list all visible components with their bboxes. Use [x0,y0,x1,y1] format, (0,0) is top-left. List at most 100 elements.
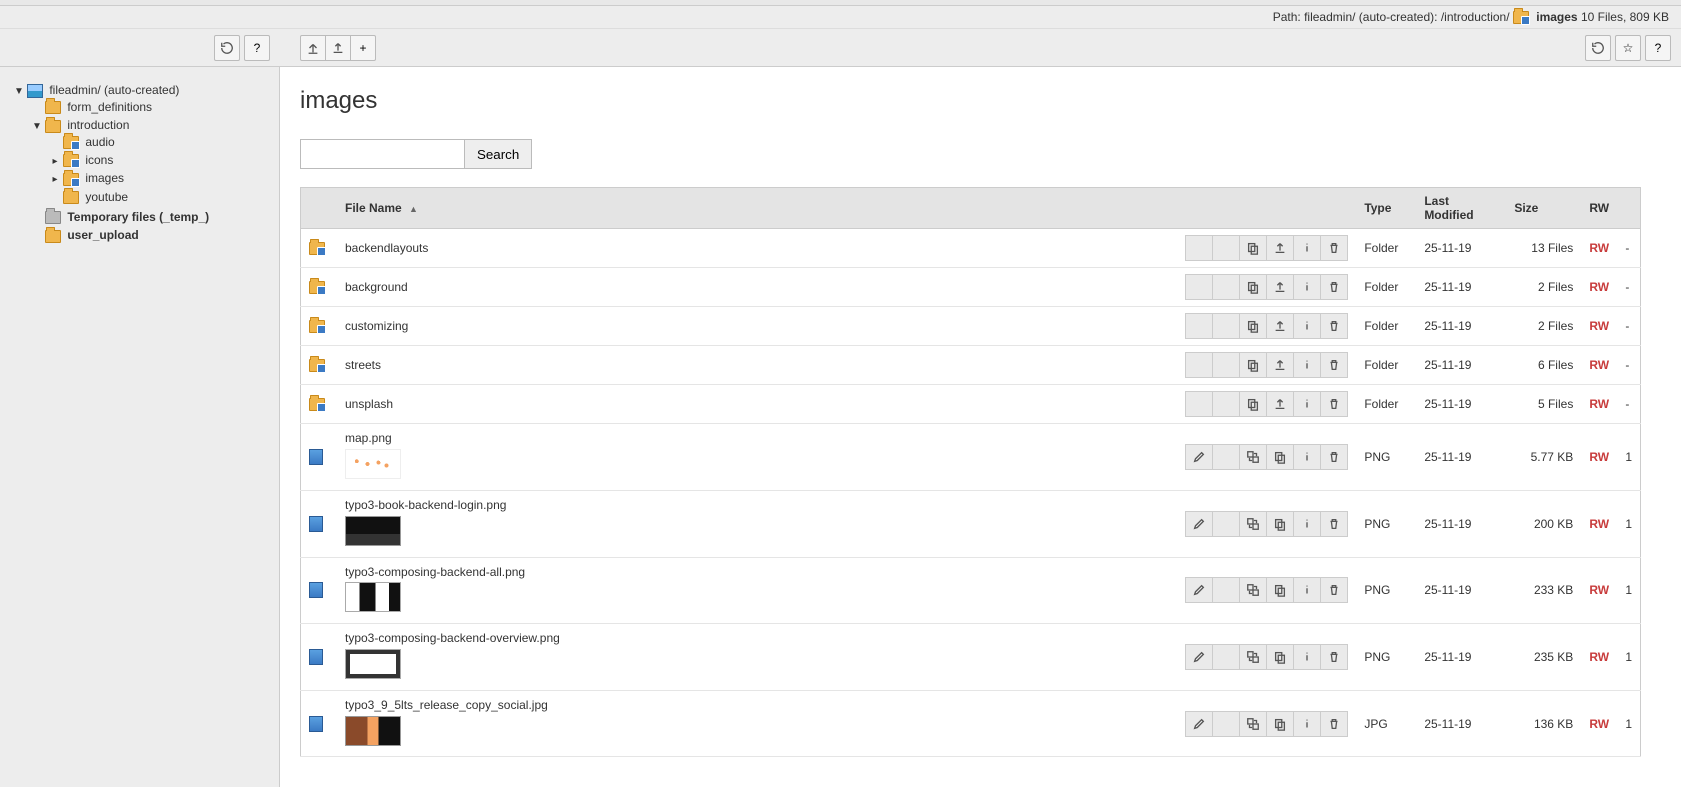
info-button[interactable] [1293,274,1321,300]
tree-refresh-button[interactable] [214,35,240,61]
edit-button[interactable] [1185,444,1213,470]
upload-button[interactable] [1266,235,1294,261]
table-row[interactable]: streetsFolder25-11-196 FilesRW- [301,346,1641,385]
content-help-button[interactable]: ? [1645,35,1671,61]
new-button[interactable]: + [350,35,376,61]
replace-button[interactable] [1239,511,1267,537]
table-row[interactable]: typo3-composing-backend-all.pngPNG25-11-… [301,557,1641,624]
copy-button[interactable] [1266,444,1294,470]
tree-expander[interactable]: ▼ [32,121,42,132]
col-rw[interactable]: RW [1581,188,1617,229]
file-name[interactable]: map.png [345,431,392,445]
delete-button[interactable] [1320,352,1348,378]
delete-button[interactable] [1320,511,1348,537]
delete-button[interactable] [1320,391,1348,417]
table-row[interactable]: backgroundFolder25-11-192 FilesRW- [301,268,1641,307]
search-input[interactable] [300,139,465,169]
tree-node[interactable]: youtube [83,189,130,205]
info-button[interactable] [1293,235,1321,261]
table-row[interactable]: map.pngPNG25-11-195.77 KBRW1 [301,424,1641,491]
copy-button[interactable] [1239,313,1267,339]
thumbnail[interactable] [345,649,401,679]
file-name[interactable]: typo3-book-backend-login.png [345,498,506,512]
upload-button[interactable] [1266,313,1294,339]
tree-expander[interactable]: ▸ [50,174,60,185]
info-button[interactable] [1293,644,1321,670]
tree-node[interactable]: form_definitions [65,99,154,115]
search-button[interactable]: Search [465,139,532,169]
copy-button[interactable] [1266,644,1294,670]
table-row[interactable]: customizingFolder25-11-192 FilesRW- [301,307,1641,346]
info-button[interactable] [1293,711,1321,737]
copy-button[interactable] [1266,511,1294,537]
delete-button[interactable] [1320,444,1348,470]
delete-button[interactable] [1320,711,1348,737]
replace-button[interactable] [1239,644,1267,670]
folder-name[interactable]: backendlayouts [345,241,428,255]
replace-button[interactable] [1239,444,1267,470]
folder-name[interactable]: unsplash [345,397,393,411]
col-size[interactable]: Size [1506,188,1581,229]
col-type[interactable]: Type [1356,188,1416,229]
copy-button[interactable] [1239,274,1267,300]
folder-name[interactable]: customizing [345,319,408,333]
thumbnail[interactable] [345,582,401,612]
replace-button[interactable] [1239,711,1267,737]
replace-button[interactable] [1239,577,1267,603]
level-up-button[interactable] [300,35,326,61]
edit-button[interactable] [1185,511,1213,537]
tree-node[interactable]: introduction [65,117,131,133]
path-segment[interactable]: fileadmin/ (auto-created): [1304,10,1437,24]
delete-button[interactable] [1320,577,1348,603]
path-segment[interactable]: /introduction/ [1441,10,1513,24]
info-button[interactable] [1293,444,1321,470]
col-filename[interactable]: File Name ▲ [337,188,1166,229]
copy-button[interactable] [1239,235,1267,261]
info-button[interactable] [1293,391,1321,417]
file-name[interactable]: typo3_9_5lts_release_copy_social.jpg [345,698,548,712]
table-row[interactable]: backendlayoutsFolder25-11-1913 FilesRW- [301,229,1641,268]
delete-button[interactable] [1320,235,1348,261]
table-row[interactable]: typo3-book-backend-login.pngPNG25-11-192… [301,490,1641,557]
edit-button[interactable] [1185,711,1213,737]
delete-button[interactable] [1320,644,1348,670]
tree-node[interactable]: images [83,170,126,186]
table-row[interactable]: typo3_9_5lts_release_copy_social.jpgJPG2… [301,690,1641,757]
info-button[interactable] [1293,313,1321,339]
delete-button[interactable] [1320,274,1348,300]
copy-button[interactable] [1266,711,1294,737]
file-name[interactable]: typo3-composing-backend-overview.png [345,631,560,645]
table-row[interactable]: typo3-composing-backend-overview.pngPNG2… [301,624,1641,691]
edit-button[interactable] [1185,644,1213,670]
tree-node[interactable]: audio [83,134,116,150]
delete-button[interactable] [1320,313,1348,339]
tree-expander[interactable]: ▸ [50,156,60,167]
tree-node[interactable]: icons [83,152,115,168]
copy-button[interactable] [1266,577,1294,603]
content-refresh-button[interactable] [1585,35,1611,61]
upload-button[interactable] [325,35,351,61]
tree-node[interactable]: user_upload [65,227,140,243]
thumbnail[interactable] [345,516,401,546]
tree-expander[interactable]: ▼ [14,86,24,97]
tree-node[interactable]: fileadmin/ (auto-created) [47,82,181,98]
table-row[interactable]: unsplashFolder25-11-195 FilesRW- [301,385,1641,424]
copy-button[interactable] [1239,391,1267,417]
file-name[interactable]: typo3-composing-backend-all.png [345,565,525,579]
col-modified[interactable]: Last Modified [1416,188,1506,229]
upload-button[interactable] [1266,274,1294,300]
thumbnail[interactable] [345,449,401,479]
info-button[interactable] [1293,577,1321,603]
folder-name[interactable]: streets [345,358,381,372]
copy-button[interactable] [1239,352,1267,378]
bookmark-button[interactable]: ☆ [1615,35,1641,61]
info-button[interactable] [1293,511,1321,537]
upload-button[interactable] [1266,391,1294,417]
upload-button[interactable] [1266,352,1294,378]
tree-help-button[interactable]: ? [244,35,270,61]
edit-button[interactable] [1185,577,1213,603]
folder-name[interactable]: background [345,280,408,294]
thumbnail[interactable] [345,716,401,746]
tree-node[interactable]: Temporary files (_temp_) [65,209,211,225]
info-button[interactable] [1293,352,1321,378]
